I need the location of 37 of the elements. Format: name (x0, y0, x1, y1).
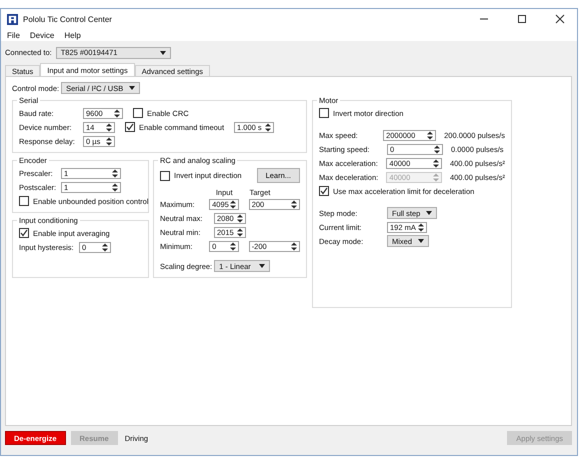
spinner-icon (230, 242, 236, 250)
spinner-icon (434, 144, 440, 154)
spinner-icon (112, 168, 118, 178)
caret-icon (160, 50, 166, 54)
checkbox[interactable] (133, 108, 143, 118)
spinner-icon (237, 228, 243, 236)
spinner-icon (432, 172, 439, 182)
checkbox[interactable] (319, 186, 329, 196)
spinner-icon (291, 200, 297, 208)
spinner-icon (237, 214, 243, 222)
caret-icon (418, 239, 424, 243)
window-title: Pololu Tic Control Center (23, 14, 112, 24)
spinner-icon (114, 108, 120, 118)
maximize-icon[interactable] (517, 14, 527, 24)
checkbox[interactable] (19, 228, 29, 238)
checkbox[interactable] (160, 170, 170, 180)
spinner-icon (106, 136, 112, 146)
spinner-icon (112, 182, 118, 192)
spinner-icon (432, 158, 439, 168)
caret-icon (259, 264, 266, 268)
spinner-icon (230, 200, 236, 208)
caret-icon (426, 211, 432, 215)
checkbox[interactable] (19, 196, 29, 206)
menu-item[interactable]: Help (64, 30, 81, 40)
close-icon[interactable] (555, 14, 565, 24)
spinner-icon (102, 242, 108, 252)
checkbox[interactable] (319, 108, 329, 118)
spinner-icon (291, 242, 297, 250)
checkbox[interactable] (125, 122, 135, 132)
spinner-icon (418, 222, 424, 232)
spinner-icon (265, 122, 272, 132)
app-logo-icon (7, 14, 18, 24)
menu-item[interactable]: Device (30, 30, 54, 40)
caret-icon (129, 86, 136, 90)
menu-item[interactable]: File (7, 30, 20, 40)
spinner-icon (427, 130, 434, 140)
spinner-icon (106, 122, 112, 132)
